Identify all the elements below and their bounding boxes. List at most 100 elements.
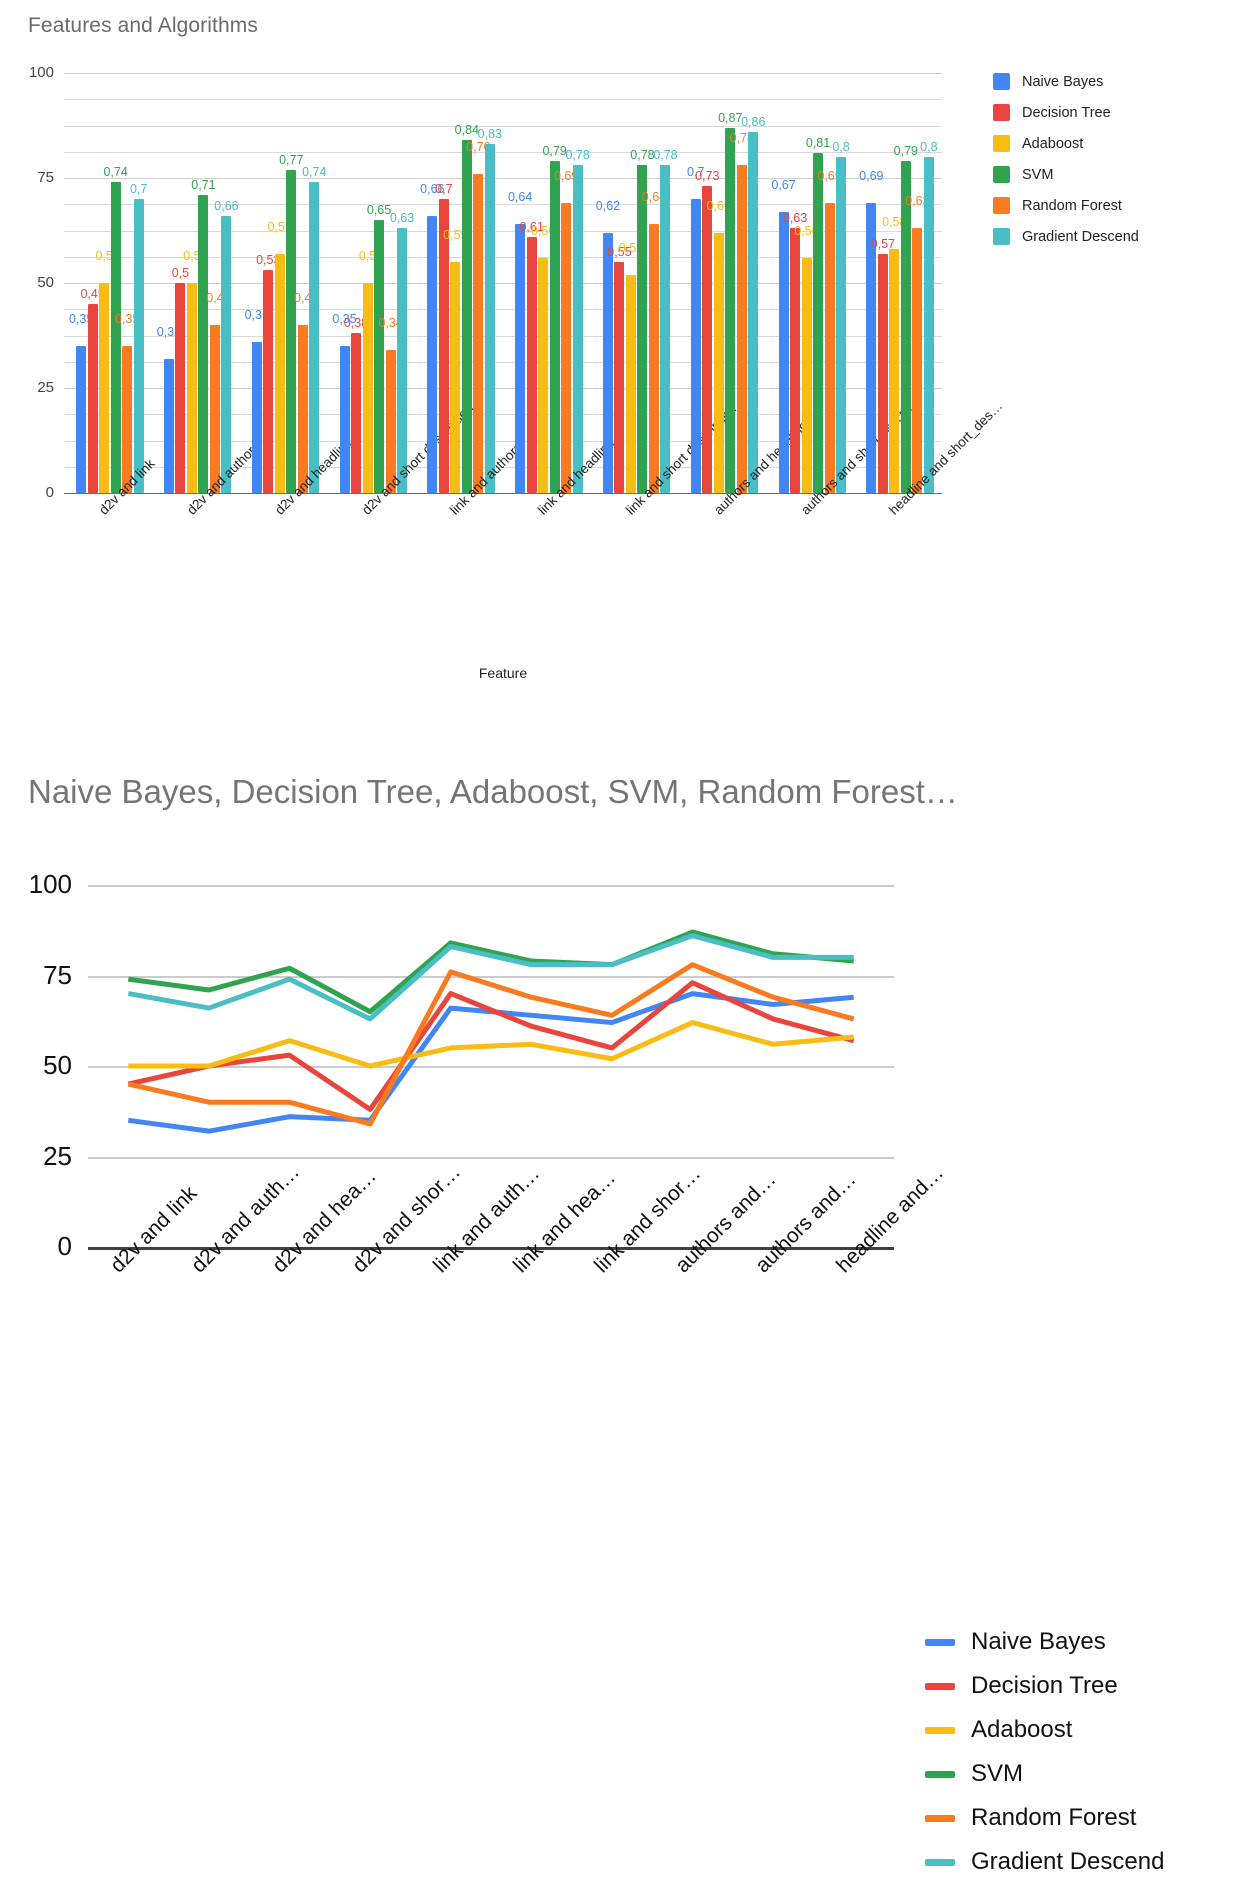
bar-value-label: 0,84: [454, 123, 480, 138]
legend-item-label: SVM: [1022, 166, 1054, 183]
bar-chart-panel: Features and Algorithms 100 75 50 25 0 0,35 0,…: [0, 0, 1250, 700]
bar-segment: [263, 270, 274, 493]
bar-segment: [912, 228, 923, 493]
bar-gridline: [64, 151, 942, 153]
legend-item-label: Naive Bayes: [1022, 73, 1104, 90]
legend-item: Adaboost: [993, 128, 1139, 159]
legend-item: Naive Bayes: [925, 1620, 1164, 1664]
line-y-tick-label: 0: [57, 1231, 72, 1261]
bar-segment: [163, 358, 174, 493]
bar-segment: [221, 215, 232, 493]
bar-segment: [602, 232, 613, 493]
bar-segment: [648, 224, 659, 493]
bar-segment: [133, 199, 144, 493]
legend-color-swatch: [925, 1638, 955, 1646]
bar-value-label: 0,5: [171, 266, 190, 280]
bar-segment: [351, 333, 362, 493]
bar-segment: [526, 236, 537, 493]
bar-segment: [175, 283, 186, 493]
legend-color-swatch: [925, 1770, 955, 1778]
bar-chart-plot-area: 100 75 50 25 0 0,35 0,45 0,5 0,74 0,35 0,7 d2v and …: [29, 64, 1006, 518]
bar-value-label: 0,7: [435, 182, 453, 196]
legend-color-swatch: [925, 1726, 955, 1734]
bar-segment: [702, 186, 713, 493]
bar-y-tick-label: 25: [37, 379, 54, 396]
bar-segment: [274, 253, 285, 493]
legend-item: Adaboost: [925, 1708, 1164, 1752]
legend-item: Random Forest: [925, 1796, 1164, 1840]
legend-item: Decision Tree: [925, 1664, 1164, 1708]
bar-value-label: 0,71: [191, 177, 216, 192]
legend-item-label: Gradient Descend: [971, 1848, 1165, 1875]
legend-item: Gradient Descend: [925, 1840, 1164, 1884]
legend-item: SVM: [993, 159, 1139, 190]
legend-item-label: Random Forest: [1022, 197, 1122, 214]
bar-value-label: 0,77: [279, 152, 304, 167]
bar-segment: [473, 173, 484, 493]
bar-value-label: 0,81: [805, 135, 831, 150]
bar-value-label: 0,79: [893, 144, 919, 159]
bar-segment: [309, 182, 320, 493]
bar-segment: [713, 232, 724, 493]
bar-segment: [186, 283, 197, 493]
bar-value-label: 0,8: [920, 140, 938, 154]
bar-gridline: [64, 125, 942, 127]
bar-segment: [748, 131, 759, 493]
legend-item-label: Adaboost: [971, 1716, 1073, 1743]
legend-item-label: Gradient Descend: [1022, 228, 1139, 245]
legend-item-label: SVM: [971, 1760, 1024, 1787]
legend-item: Naive Bayes: [993, 66, 1139, 97]
legend-color-swatch: [925, 1682, 955, 1690]
legend-color-swatch: [925, 1858, 955, 1866]
bar-segment: [362, 283, 373, 493]
line-y-tick-label: 75: [43, 959, 72, 990]
bar-segment: [286, 169, 297, 493]
bar-segment: [801, 257, 812, 493]
bar-segment: [549, 161, 560, 493]
legend-item: SVM: [925, 1752, 1164, 1796]
bar-segment: [836, 157, 847, 493]
legend-item: Random Forest: [993, 190, 1139, 221]
bar-value-label: 0,64: [507, 190, 533, 205]
bar-value-label: 0,73: [695, 169, 720, 184]
bar-segment: [438, 199, 449, 493]
bar-y-tick-label: 50: [37, 274, 54, 291]
line-y-tick-label: 100: [28, 869, 72, 899]
bar-value-label: 0,63: [389, 211, 415, 226]
legend-color-swatch: [993, 228, 1010, 245]
bar-value-label: 0,83: [477, 127, 503, 142]
bar-value-label: 0,8: [832, 140, 850, 154]
bar-segment: [778, 211, 789, 493]
bar-value-label: 0,78: [653, 148, 678, 163]
bar-segment: [397, 228, 408, 493]
bar-segment: [561, 203, 572, 493]
bar-segment: [923, 157, 934, 493]
bar-value-label: 0,65: [366, 203, 392, 217]
line-y-tick-label: 50: [43, 1050, 72, 1080]
bar-chart-legend: Naive Bayes Decision Tree Adaboost SVM Rando…: [993, 66, 1139, 252]
bar-chart-x-axis-title: Feature: [478, 665, 528, 681]
bar-segment: [515, 224, 526, 493]
bar-value-label: 0,67: [771, 177, 796, 192]
bar-segment: [690, 199, 701, 493]
bar-y-tick-label: 0: [45, 484, 54, 501]
bar-value-label: 0,74: [302, 165, 327, 180]
bar-segment: [790, 228, 801, 493]
bar-segment: [824, 203, 835, 493]
bar-value-label: 0,62: [595, 198, 621, 213]
bar-value-label: 0,78: [565, 148, 590, 163]
bar-y-tick-label: 100: [28, 64, 54, 81]
line-chart-plot-area: 100 75 50 25 0 d2v and link d2v and auth… d2v a…: [29, 869, 948, 1277]
bar-segment: [76, 346, 87, 493]
legend-item-label: Naive Bayes: [971, 1628, 1106, 1655]
bar-value-label: 0,78: [630, 148, 655, 163]
bar-segment: [87, 304, 98, 493]
bar-gridline: [64, 204, 942, 206]
bar-segment: [660, 165, 671, 493]
bar-segment: [110, 182, 121, 493]
bar-value-label: 0,74: [103, 165, 128, 180]
bar-value-label: 0,66: [214, 198, 239, 213]
legend-item: Decision Tree: [993, 97, 1139, 128]
bar-segment: [572, 165, 583, 493]
bar-segment: [889, 249, 900, 493]
